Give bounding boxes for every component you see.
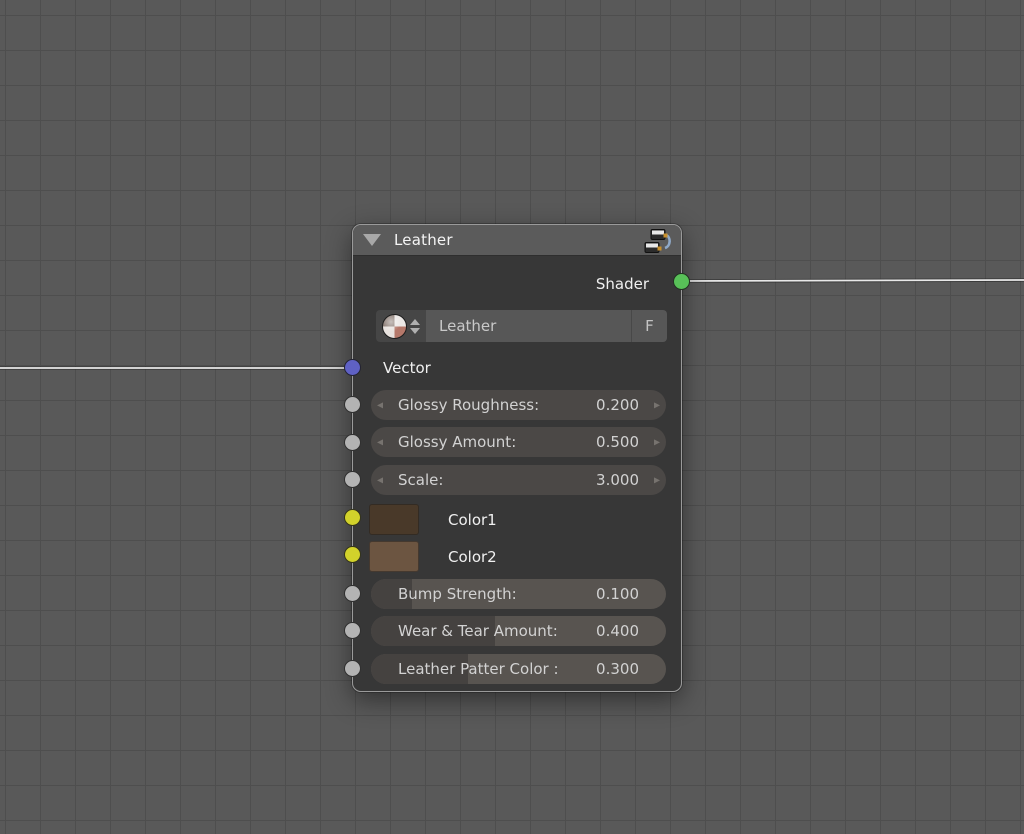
material-sphere-icon <box>382 314 407 339</box>
input-label-vector: Vector <box>383 359 431 377</box>
field-value: 0.500 <box>596 433 639 451</box>
increase-arrow-icon[interactable]: ▸ <box>654 398 660 412</box>
color2-swatch[interactable] <box>369 541 419 572</box>
socket-input-glossy-roughness[interactable] <box>344 396 361 413</box>
number-field-glossy-amount[interactable]: ◂ Glossy Amount: 0.500 ▸ <box>371 427 666 457</box>
number-field-scale[interactable]: ◂ Scale: 3.000 ▸ <box>371 465 666 495</box>
field-label: Wear & Tear Amount: <box>398 622 596 640</box>
stepper-arrows-icon[interactable] <box>409 319 421 334</box>
decrease-arrow-icon[interactable]: ◂ <box>377 473 383 487</box>
slider-wear-tear-amount[interactable]: Wear & Tear Amount: 0.400 <box>371 616 666 646</box>
field-label: Scale: <box>398 471 596 489</box>
node-group-icon[interactable] <box>641 228 671 258</box>
socket-output-shader[interactable] <box>673 273 690 290</box>
material-name-widget: Leather F <box>376 310 667 342</box>
material-browse-button[interactable] <box>376 310 426 342</box>
number-field-glossy-roughness[interactable]: ◂ Glossy Roughness: 0.200 ▸ <box>371 390 666 420</box>
output-row-shader: Shader <box>353 269 681 299</box>
input-label-color2: Color2 <box>448 548 497 566</box>
socket-input-color2[interactable] <box>344 546 361 563</box>
socket-input-scale[interactable] <box>344 471 361 488</box>
node-editor-canvas[interactable]: Leather Shader <box>0 0 1024 834</box>
field-value: 0.400 <box>596 622 639 640</box>
socket-input-wear-tear[interactable] <box>344 622 361 639</box>
field-label: Leather Patter Color : <box>398 660 596 678</box>
decrease-arrow-icon[interactable]: ◂ <box>377 398 383 412</box>
input-row-color1: Color1 <box>353 504 681 535</box>
collapse-triangle-icon[interactable] <box>363 234 381 246</box>
socket-input-glossy-amount[interactable] <box>344 434 361 451</box>
fake-user-button[interactable]: F <box>631 310 667 342</box>
input-row-vector: Vector <box>353 353 681 383</box>
field-value: 3.000 <box>596 471 639 489</box>
field-label: Glossy Amount: <box>398 433 596 451</box>
field-label: Glossy Roughness: <box>398 396 596 414</box>
socket-input-vector[interactable] <box>344 359 361 376</box>
node-header[interactable]: Leather <box>353 225 681 256</box>
socket-input-color1[interactable] <box>344 509 361 526</box>
socket-input-bump-strength[interactable] <box>344 585 361 602</box>
field-label: Bump Strength: <box>398 585 596 603</box>
field-value: 0.200 <box>596 396 639 414</box>
slider-leather-pattern-color[interactable]: Leather Patter Color : 0.300 <box>371 654 666 684</box>
slider-bump-strength[interactable]: Bump Strength: 0.100 <box>371 579 666 609</box>
step-down-icon[interactable] <box>410 328 420 334</box>
wire-shader-output <box>682 280 1024 281</box>
field-value: 0.100 <box>596 585 639 603</box>
color1-swatch[interactable] <box>369 504 419 535</box>
field-value: 0.300 <box>596 660 639 678</box>
decrease-arrow-icon[interactable]: ◂ <box>377 435 383 449</box>
step-up-icon[interactable] <box>410 319 420 325</box>
material-name-input[interactable]: Leather <box>426 310 631 342</box>
socket-input-leather-pattern[interactable] <box>344 660 361 677</box>
input-row-color2: Color2 <box>353 541 681 572</box>
increase-arrow-icon[interactable]: ▸ <box>654 435 660 449</box>
input-label-color1: Color1 <box>448 511 497 529</box>
node-title: Leather <box>394 231 453 249</box>
increase-arrow-icon[interactable]: ▸ <box>654 473 660 487</box>
output-label-shader: Shader <box>596 275 649 293</box>
node-leather[interactable]: Leather Shader <box>352 224 682 692</box>
